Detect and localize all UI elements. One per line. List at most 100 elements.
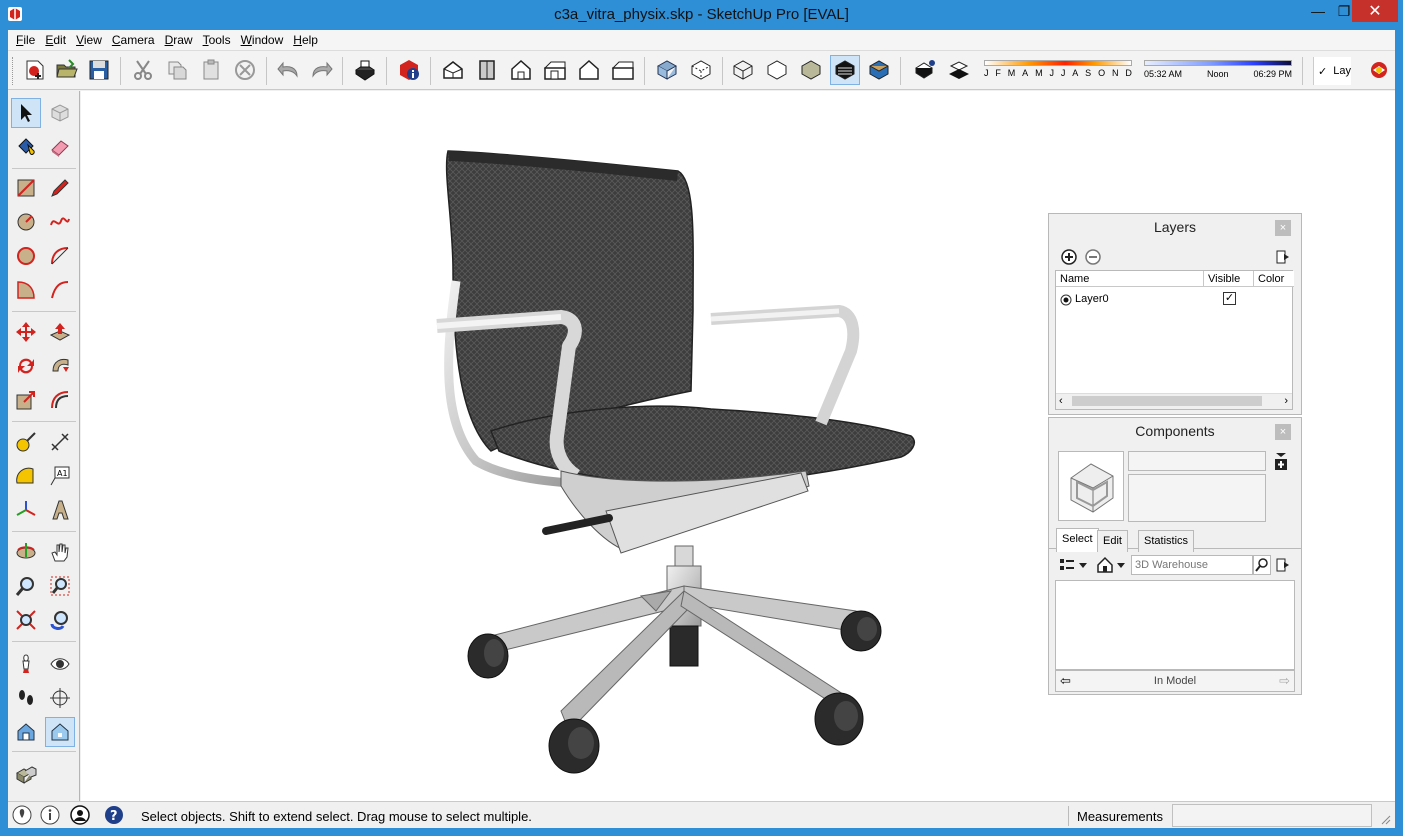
forward-arrow-icon[interactable]: ⇨ bbox=[1279, 673, 1290, 689]
zoom-extents-button[interactable] bbox=[11, 605, 41, 635]
shadow-time-slider[interactable]: 05:32 AM Noon 06:29 PM bbox=[1144, 60, 1292, 79]
tab-edit[interactable]: Edit bbox=[1097, 530, 1128, 552]
layers-horizontal-scrollbar[interactable]: ‹ › bbox=[1056, 393, 1292, 409]
close-window-button[interactable]: ✕ bbox=[1352, 0, 1398, 22]
text-tool-button[interactable]: A1 bbox=[45, 461, 75, 491]
component-options-button[interactable] bbox=[1275, 557, 1291, 573]
position-camera-button[interactable] bbox=[11, 649, 41, 679]
three-point-arc-button[interactable] bbox=[45, 275, 75, 305]
component-details-button[interactable] bbox=[1273, 451, 1289, 471]
shaded-textures-button[interactable] bbox=[830, 55, 860, 85]
copy-button[interactable] bbox=[162, 55, 192, 85]
3d-text-button[interactable] bbox=[45, 495, 75, 525]
column-name-header[interactable]: Name bbox=[1056, 271, 1204, 287]
rectangle-tool-button[interactable] bbox=[11, 173, 41, 203]
wireframe-button[interactable] bbox=[728, 55, 758, 85]
shadow-date-slider[interactable]: JFMAMJJASOND bbox=[984, 60, 1132, 78]
pie-tool-button[interactable] bbox=[11, 275, 41, 305]
model-info-button[interactable] bbox=[394, 55, 424, 85]
menu-tools[interactable]: Tools bbox=[199, 33, 237, 47]
scroll-right-icon[interactable]: › bbox=[1284, 395, 1288, 407]
view-options-button[interactable] bbox=[1057, 555, 1091, 575]
axes-tool-button[interactable] bbox=[11, 495, 41, 525]
save-button[interactable] bbox=[84, 55, 114, 85]
line-tool-button[interactable] bbox=[45, 173, 75, 203]
layers-details-button[interactable] bbox=[1275, 249, 1291, 265]
walk-tool-button[interactable] bbox=[11, 683, 41, 713]
components-panel-close[interactable]: × bbox=[1275, 424, 1291, 440]
select-tool-button[interactable] bbox=[11, 98, 41, 128]
view-iso-button[interactable] bbox=[438, 55, 468, 85]
hidden-line-button[interactable] bbox=[762, 55, 792, 85]
look-around-button[interactable] bbox=[45, 649, 75, 679]
geolocation-icon[interactable] bbox=[12, 805, 32, 825]
tab-statistics[interactable]: Statistics bbox=[1138, 530, 1195, 552]
push-pull-button[interactable] bbox=[45, 317, 75, 347]
delete-layer-button[interactable] bbox=[1085, 249, 1101, 265]
scroll-left-icon[interactable]: ‹ bbox=[1059, 395, 1063, 407]
view-right-button[interactable] bbox=[540, 55, 570, 85]
layer-visible-checkbox[interactable]: ✓ bbox=[1223, 292, 1236, 305]
column-visible-header[interactable]: Visible bbox=[1204, 271, 1254, 287]
sandbox-tool-button[interactable] bbox=[11, 717, 41, 747]
xray-style-button[interactable] bbox=[652, 55, 682, 85]
3d-warehouse-button[interactable] bbox=[45, 717, 75, 747]
menu-file[interactable]: File bbox=[12, 33, 41, 47]
column-color-header[interactable]: Color bbox=[1254, 271, 1294, 287]
help-icon[interactable]: ? bbox=[104, 805, 124, 825]
add-layer-button[interactable] bbox=[1061, 249, 1077, 265]
user-account-icon[interactable] bbox=[70, 805, 90, 825]
active-layer-radio-icon[interactable] bbox=[1060, 294, 1072, 306]
arc-tool-button[interactable] bbox=[45, 241, 75, 271]
resize-grip-icon[interactable] bbox=[1379, 813, 1391, 825]
tab-select[interactable]: Select bbox=[1056, 528, 1099, 552]
move-tool-button[interactable] bbox=[11, 317, 41, 347]
open-file-button[interactable] bbox=[52, 55, 82, 85]
toolbar-grip[interactable] bbox=[12, 57, 15, 85]
measurements-input[interactable] bbox=[1172, 804, 1372, 827]
undo-button[interactable] bbox=[274, 55, 304, 85]
erase-button[interactable] bbox=[230, 55, 260, 85]
paint-bucket-button[interactable] bbox=[11, 132, 41, 162]
zoom-tool-button[interactable] bbox=[11, 571, 41, 601]
shadows-toggle-button[interactable] bbox=[910, 55, 940, 85]
layer-selector[interactable]: ✓ Layer0 bbox=[1313, 57, 1351, 85]
minimize-button[interactable]: — bbox=[1304, 0, 1332, 22]
rotate-tool-button[interactable] bbox=[11, 351, 41, 381]
eraser-button[interactable] bbox=[45, 132, 75, 162]
print-button[interactable] bbox=[350, 55, 380, 85]
orbit-tool-button[interactable] bbox=[11, 537, 41, 567]
tape-measure-button[interactable] bbox=[11, 427, 41, 457]
freehand-tool-button[interactable] bbox=[45, 207, 75, 237]
menu-edit[interactable]: Edit bbox=[41, 33, 72, 47]
cut-button[interactable] bbox=[128, 55, 158, 85]
search-button[interactable] bbox=[1253, 555, 1271, 575]
paste-button[interactable] bbox=[196, 55, 226, 85]
polygon-tool-button[interactable] bbox=[11, 241, 41, 271]
protractor-button[interactable] bbox=[11, 461, 41, 491]
view-top-button[interactable] bbox=[472, 55, 502, 85]
display-shadows-button[interactable] bbox=[944, 55, 974, 85]
menu-camera[interactable]: Camera bbox=[108, 33, 161, 47]
section-plane-button[interactable] bbox=[45, 683, 75, 713]
component-description-field[interactable] bbox=[1128, 474, 1266, 522]
menu-window[interactable]: Window bbox=[237, 33, 290, 47]
menu-help[interactable]: Help bbox=[289, 33, 324, 47]
extension-warehouse-button[interactable] bbox=[11, 759, 41, 789]
layers-toolbar-button[interactable] bbox=[1364, 55, 1394, 85]
component-name-field[interactable] bbox=[1128, 451, 1266, 471]
navigation-home-button[interactable] bbox=[1095, 555, 1129, 575]
view-back-button[interactable] bbox=[574, 55, 604, 85]
modeling-viewport[interactable]: Layers × Name Visible Color Layer0 ✓ ‹ › bbox=[81, 91, 1395, 801]
menu-draw[interactable]: Draw bbox=[161, 33, 199, 47]
make-component-button[interactable] bbox=[45, 98, 75, 128]
redo-button[interactable] bbox=[306, 55, 336, 85]
back-edges-button[interactable] bbox=[686, 55, 716, 85]
monochrome-button[interactable] bbox=[864, 55, 894, 85]
layers-panel-close[interactable]: × bbox=[1275, 220, 1291, 236]
circle-tool-button[interactable] bbox=[11, 207, 41, 237]
offset-tool-button[interactable] bbox=[45, 385, 75, 415]
zoom-window-button[interactable] bbox=[45, 571, 75, 601]
dimension-tool-button[interactable] bbox=[45, 427, 75, 457]
new-file-button[interactable] bbox=[20, 55, 50, 85]
